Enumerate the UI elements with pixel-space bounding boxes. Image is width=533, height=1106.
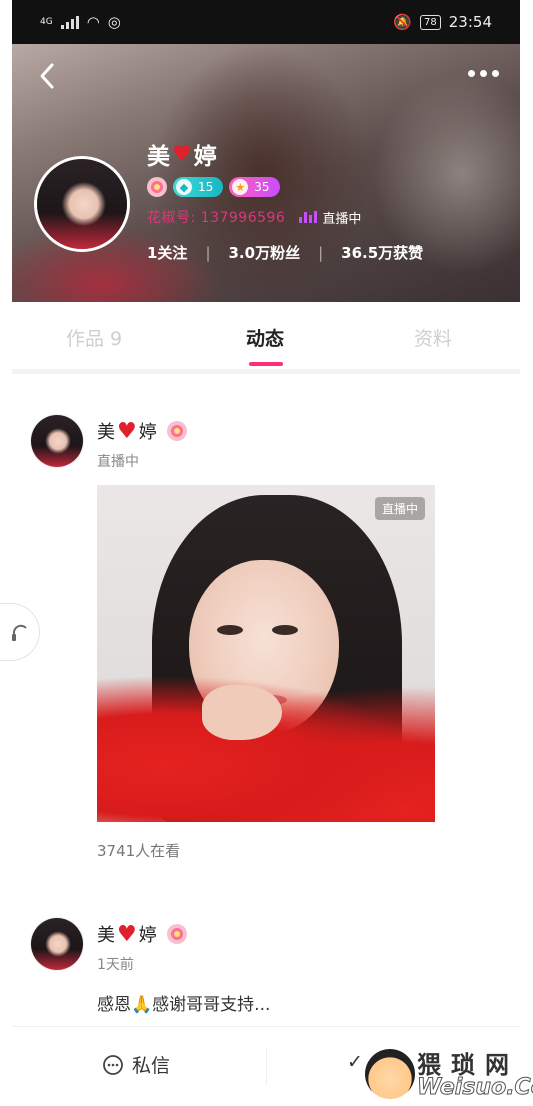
profile-avatar[interactable] — [34, 156, 130, 252]
status-right: 🔕 78 23:54 — [393, 13, 492, 31]
live-tag: 直播中 — [374, 497, 425, 520]
profile-nickname: 美 ♥ 婷 — [147, 141, 217, 171]
tab-works[interactable]: 作品 9 — [66, 324, 122, 351]
heart-icon: ♥ — [172, 141, 192, 167]
level-ring-icon — [166, 924, 187, 944]
post-author-name[interactable]: 美 ♥ 婷 — [97, 921, 187, 947]
level-ring-icon — [147, 177, 167, 197]
post-avatar[interactable] — [30, 414, 84, 468]
network-type: 4G — [40, 17, 53, 27]
likes-count: 36.5万获赞 — [341, 244, 424, 262]
floating-side-handle[interactable] — [0, 603, 40, 661]
watermark-domain: Weisuo.Co — [417, 1075, 533, 1101]
headset-icon: ◎ — [107, 13, 121, 31]
chat-bubble-icon — [103, 1054, 123, 1075]
status-bar: 4G ◠ ◎ 🔕 78 23:54 — [12, 0, 520, 44]
post-avatar[interactable] — [30, 917, 84, 971]
stats-divider: | — [205, 243, 211, 262]
live-bars-icon — [299, 211, 318, 223]
status-time: 23:54 — [448, 13, 492, 31]
private-message-button[interactable]: 私信 — [102, 1051, 170, 1078]
profile-tabs: 作品 9 动态 资料 — [12, 302, 520, 374]
post-text[interactable]: 感恩🙏感谢哥哥支持... — [97, 990, 270, 1015]
profile-id-row: 花椒号: 137996596 直播中 — [147, 207, 361, 227]
chevron-left-icon — [40, 63, 54, 89]
checkmark-icon: ✓ — [347, 1051, 363, 1073]
mute-icon: 🔕 — [393, 13, 413, 31]
stats-divider: | — [318, 243, 324, 262]
more-options-button[interactable] — [468, 70, 500, 80]
follow-button[interactable]: ✓ — [347, 1051, 363, 1073]
live-indicator[interactable]: 直播中 — [299, 208, 361, 227]
wifi-icon: ◠ — [86, 13, 100, 31]
post-author-name[interactable]: 美 ♥ 婷 — [97, 418, 187, 444]
signal-icon — [60, 15, 79, 29]
level-ring-icon — [166, 421, 187, 441]
tab-moments[interactable]: 动态 — [246, 324, 284, 351]
more-dot-icon — [492, 70, 499, 77]
diamond-icon: ◆ — [176, 179, 192, 195]
live-stream-thumbnail[interactable]: 直播中 — [97, 485, 435, 822]
watermark-mascot-icon — [365, 1049, 415, 1099]
star-badge[interactable]: ★ 35 — [229, 177, 280, 197]
profile-stats: 1关注 | 3.0万粉丝 | 36.5万获赞 — [147, 242, 423, 263]
tab-indicator — [249, 362, 283, 366]
more-dot-icon — [468, 70, 475, 77]
more-dot-icon — [480, 70, 487, 77]
diamond-badge[interactable]: ◆ 15 — [173, 177, 224, 197]
battery-icon: 78 — [420, 14, 441, 30]
following-count[interactable]: 1关注 — [147, 242, 187, 263]
heart-icon: ♥ — [117, 921, 137, 947]
post-time: 1天前 — [97, 957, 134, 973]
headphone-icon — [11, 624, 27, 641]
post-status: 直播中 — [97, 454, 139, 470]
profile-header: 美 ♥ 婷 ◆ 15 ★ 35 花椒号: 137996596 直播中 1关注 |… — [12, 44, 520, 302]
star-icon: ★ — [232, 179, 249, 195]
fans-count[interactable]: 3.0万粉丝 — [229, 242, 301, 263]
watermark: 猥琐网 Weisuo.Co — [365, 1045, 533, 1103]
back-button[interactable] — [36, 62, 60, 90]
viewer-count: 3741人在看 — [97, 842, 181, 860]
status-left: 4G ◠ ◎ — [40, 13, 121, 31]
profile-badges: ◆ 15 ★ 35 — [147, 177, 280, 197]
bottom-divider — [266, 1047, 267, 1085]
tab-profile-info[interactable]: 资料 — [414, 324, 452, 351]
profile-id: 花椒号: 137996596 — [147, 210, 286, 226]
heart-icon: ♥ — [117, 418, 137, 444]
